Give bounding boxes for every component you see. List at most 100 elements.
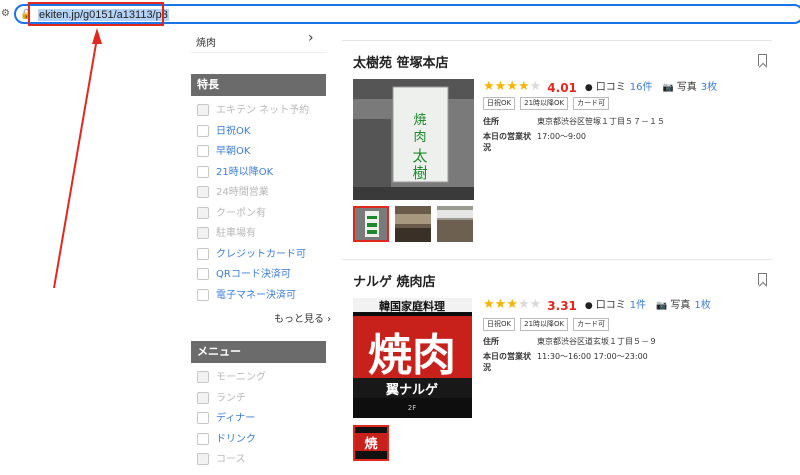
svg-text:焼: 焼 — [413, 113, 426, 128]
hours-label: 本日の営業状況 — [483, 352, 531, 372]
checkbox-label: ドリンク — [216, 433, 256, 445]
checkbox[interactable] — [197, 165, 209, 178]
photo-label: 写真 — [676, 81, 697, 93]
features-checkbox-item[interactable]: 日祝OK — [197, 124, 251, 141]
checkbox[interactable] — [197, 412, 209, 424]
checkbox-label: クーポン有 — [216, 207, 266, 219]
checkbox-label: 24時間営業 — [216, 187, 269, 198]
checkbox-label: 21時以降OK — [216, 166, 274, 178]
feature-tag: 日祝OK — [483, 318, 516, 331]
checkbox — [197, 104, 209, 116]
star-icon: ★ — [494, 297, 507, 312]
review-count[interactable]: 1件 — [630, 299, 646, 313]
hours-row: 本日の営業状況 17:00〜9:00 — [483, 131, 586, 153]
rating-row: ★★★★★ 3.31 ● 口コミ 1件 📷 写真 1枚 — [483, 298, 721, 313]
checkbox[interactable] — [197, 247, 209, 260]
camera-icon: 📷 — [662, 82, 674, 93]
features-checkbox-item[interactable]: 早朝OK — [197, 145, 250, 161]
features-checkbox-item: クーポン有 — [197, 206, 266, 223]
checkbox-label: 日祝OK — [216, 125, 251, 137]
star-icon: ★ — [483, 79, 495, 94]
features-checkbox-item[interactable]: 21時以降OK — [197, 165, 274, 182]
shop-name[interactable]: 太樹苑 笹塚本店 — [353, 52, 449, 71]
highlight-box — [28, 2, 164, 26]
checkbox[interactable] — [197, 145, 209, 157]
checkbox-label: 電子マネー決済可 — [216, 289, 296, 301]
card-divider — [342, 40, 772, 41]
checkbox[interactable] — [197, 288, 209, 301]
svg-text:太: 太 — [412, 147, 427, 165]
photo-thumbnail[interactable] — [353, 206, 389, 242]
review-label: 口コミ — [595, 299, 626, 311]
checkbox — [197, 186, 209, 198]
star-icon: ★ — [494, 79, 507, 94]
rating-row: ★★★★★ 4.01 ● 口コミ 16件 📷 写真 3枚 — [483, 80, 727, 95]
checkbox-label: コース — [216, 454, 246, 465]
hours-row: 本日の営業状況 11:30〜16:00 17:00〜23:00 — [483, 351, 648, 373]
menu-checkbox-item[interactable]: ディナー — [197, 412, 255, 428]
features-checkbox-item[interactable]: 電子マネー決済可 — [197, 288, 296, 305]
features-checkbox-item[interactable]: クレジットカード可 — [197, 247, 306, 264]
bookmark-icon[interactable] — [758, 273, 767, 285]
checkbox-label: 早朝OK — [216, 146, 251, 157]
hours-value: 17:00〜9:00 — [537, 132, 587, 141]
star-icon: ★ — [529, 79, 542, 94]
address-label: 住所 — [483, 337, 499, 346]
svg-text:肉: 肉 — [413, 130, 426, 145]
photo-label: 写真 — [670, 299, 691, 311]
checkbox — [197, 206, 209, 219]
restaurant-sign-image: 韓国家庭料理 焼肉 翼ナルゲ 2F — [353, 298, 472, 418]
tag-list: 日祝OK 21時以降OK カード可 — [483, 97, 610, 110]
menu-header: メニュー — [191, 341, 326, 363]
rating-score: 4.01 — [547, 80, 577, 95]
checkbox[interactable] — [197, 432, 209, 445]
photo-thumbnail[interactable] — [395, 206, 431, 242]
svg-text:韓国家庭料理: 韓国家庭料理 — [379, 299, 445, 313]
star-icon: ★ — [529, 297, 542, 312]
photo-thumbnail[interactable]: 焼 — [353, 425, 389, 461]
checkbox[interactable] — [197, 124, 209, 137]
photo-count[interactable]: 1枚 — [694, 299, 710, 313]
star-icon: ★ — [483, 297, 495, 312]
star-icon: ★ — [517, 297, 530, 312]
genre-item-label[interactable]: 焼肉 — [196, 34, 216, 49]
bookmark-icon[interactable] — [758, 54, 767, 66]
svg-text:焼肉: 焼肉 — [368, 330, 456, 381]
site-info-icon[interactable]: ⚙ — [1, 8, 10, 19]
checkbox-label: 駐車場有 — [216, 228, 256, 239]
address-row: 住所 東京都渋谷区笹塚１丁目５７－１５ — [483, 116, 665, 127]
features-checkbox-item: 24時間営業 — [197, 186, 269, 202]
menu-checkbox-item: ランチ — [197, 391, 246, 408]
feature-tag: カード可 — [573, 318, 610, 331]
more-link[interactable]: もっと見る › — [274, 310, 331, 325]
features-checkbox-item[interactable]: QRコード決済可 — [197, 268, 291, 284]
hours-label: 本日の営業状況 — [483, 132, 531, 152]
shop-photo[interactable]: 焼 肉 太 樹 — [353, 79, 474, 200]
photo-count[interactable]: 3枚 — [701, 81, 717, 95]
checkbox — [197, 391, 209, 404]
review-icon: ● — [584, 82, 593, 93]
features-checkbox-item: 駐車場有 — [197, 227, 256, 243]
star-icon: ★ — [517, 79, 530, 94]
review-label: 口コミ — [595, 81, 626, 93]
svg-text:2F: 2F — [408, 404, 416, 412]
menu-checkbox-item[interactable]: ドリンク — [197, 432, 256, 449]
address-value: 東京都渋谷区道玄坂１丁目５－９ — [537, 337, 657, 346]
shop-photo[interactable]: 韓国家庭料理 焼肉 翼ナルゲ 2F — [353, 298, 472, 418]
rating-score: 3.31 — [547, 298, 577, 313]
review-icon: ● — [584, 300, 593, 311]
photo-thumbnail[interactable] — [437, 206, 473, 242]
checkbox[interactable] — [197, 268, 209, 280]
address-label: 住所 — [483, 117, 499, 126]
menu-checkbox-item: モーニング — [197, 371, 266, 387]
review-count[interactable]: 16件 — [630, 81, 653, 95]
svg-text:翼ナルゲ: 翼ナルゲ — [385, 382, 438, 398]
chevron-right-icon[interactable]: › — [308, 30, 314, 46]
address-row: 住所 東京都渋谷区道玄坂１丁目５－９ — [483, 336, 657, 347]
features-checkbox-item: エキテン ネット予約 — [197, 104, 309, 120]
shop-name[interactable]: ナルゲ 焼肉店 — [353, 271, 436, 290]
svg-text:焼: 焼 — [364, 436, 377, 452]
checkbox-label: QRコード決済可 — [216, 269, 291, 280]
checkbox-label: ディナー — [216, 413, 256, 424]
checkbox — [197, 371, 209, 383]
